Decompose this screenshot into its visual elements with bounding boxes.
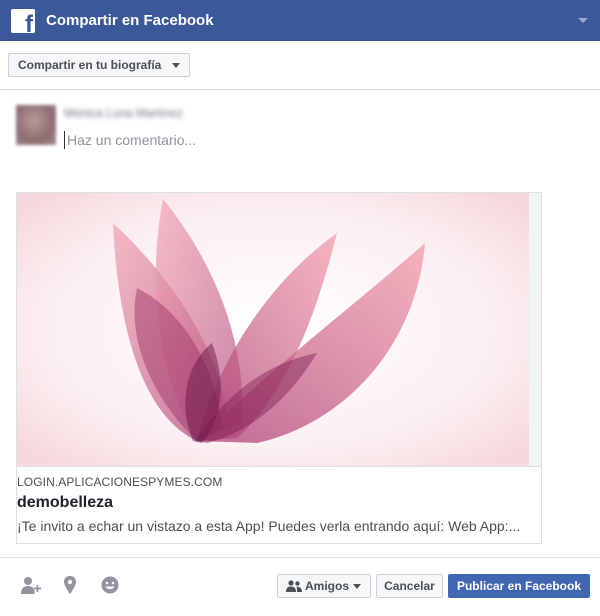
avatar bbox=[16, 105, 56, 145]
comment-input[interactable] bbox=[64, 131, 564, 149]
facebook-logo-icon: f bbox=[11, 9, 35, 33]
lotus-flower-logo-icon bbox=[17, 193, 529, 466]
link-preview-meta: LOGIN.APLICACIONESPYMES.COM demobelleza … bbox=[17, 466, 541, 543]
audience-selector-button[interactable]: Amigos bbox=[277, 574, 371, 598]
caret-down-icon bbox=[353, 584, 361, 589]
friends-icon bbox=[286, 580, 302, 592]
caret-down-icon bbox=[172, 63, 181, 68]
link-preview-card[interactable]: LOGIN.APLICACIONESPYMES.COM demobelleza … bbox=[16, 192, 542, 544]
dialog-title: Compartir en Facebook bbox=[46, 12, 214, 29]
cancel-button[interactable]: Cancelar bbox=[376, 574, 443, 598]
publish-button[interactable]: Publicar en Facebook bbox=[448, 574, 590, 598]
chevron-down-icon[interactable] bbox=[578, 18, 588, 23]
audience-label: Amigos bbox=[305, 579, 350, 593]
divider bbox=[0, 557, 600, 558]
link-title[interactable]: demobelleza bbox=[17, 494, 113, 512]
share-target-label: Compartir en tu biografía bbox=[18, 58, 162, 72]
divider bbox=[0, 89, 600, 90]
user-name: Mónica Luna Martínez bbox=[64, 106, 183, 120]
tag-friends-icon[interactable] bbox=[20, 575, 42, 595]
feeling-smiley-icon[interactable] bbox=[99, 575, 121, 595]
share-target-dropdown[interactable]: Compartir en tu biografía bbox=[8, 53, 191, 77]
link-domain: LOGIN.APLICACIONESPYMES.COM bbox=[17, 475, 223, 489]
location-pin-icon[interactable] bbox=[59, 575, 81, 595]
link-preview-image bbox=[17, 193, 541, 466]
link-description: ¡Te invito a echar un vistazo a esta App… bbox=[17, 518, 521, 534]
dialog-titlebar: f Compartir en Facebook bbox=[0, 0, 600, 41]
